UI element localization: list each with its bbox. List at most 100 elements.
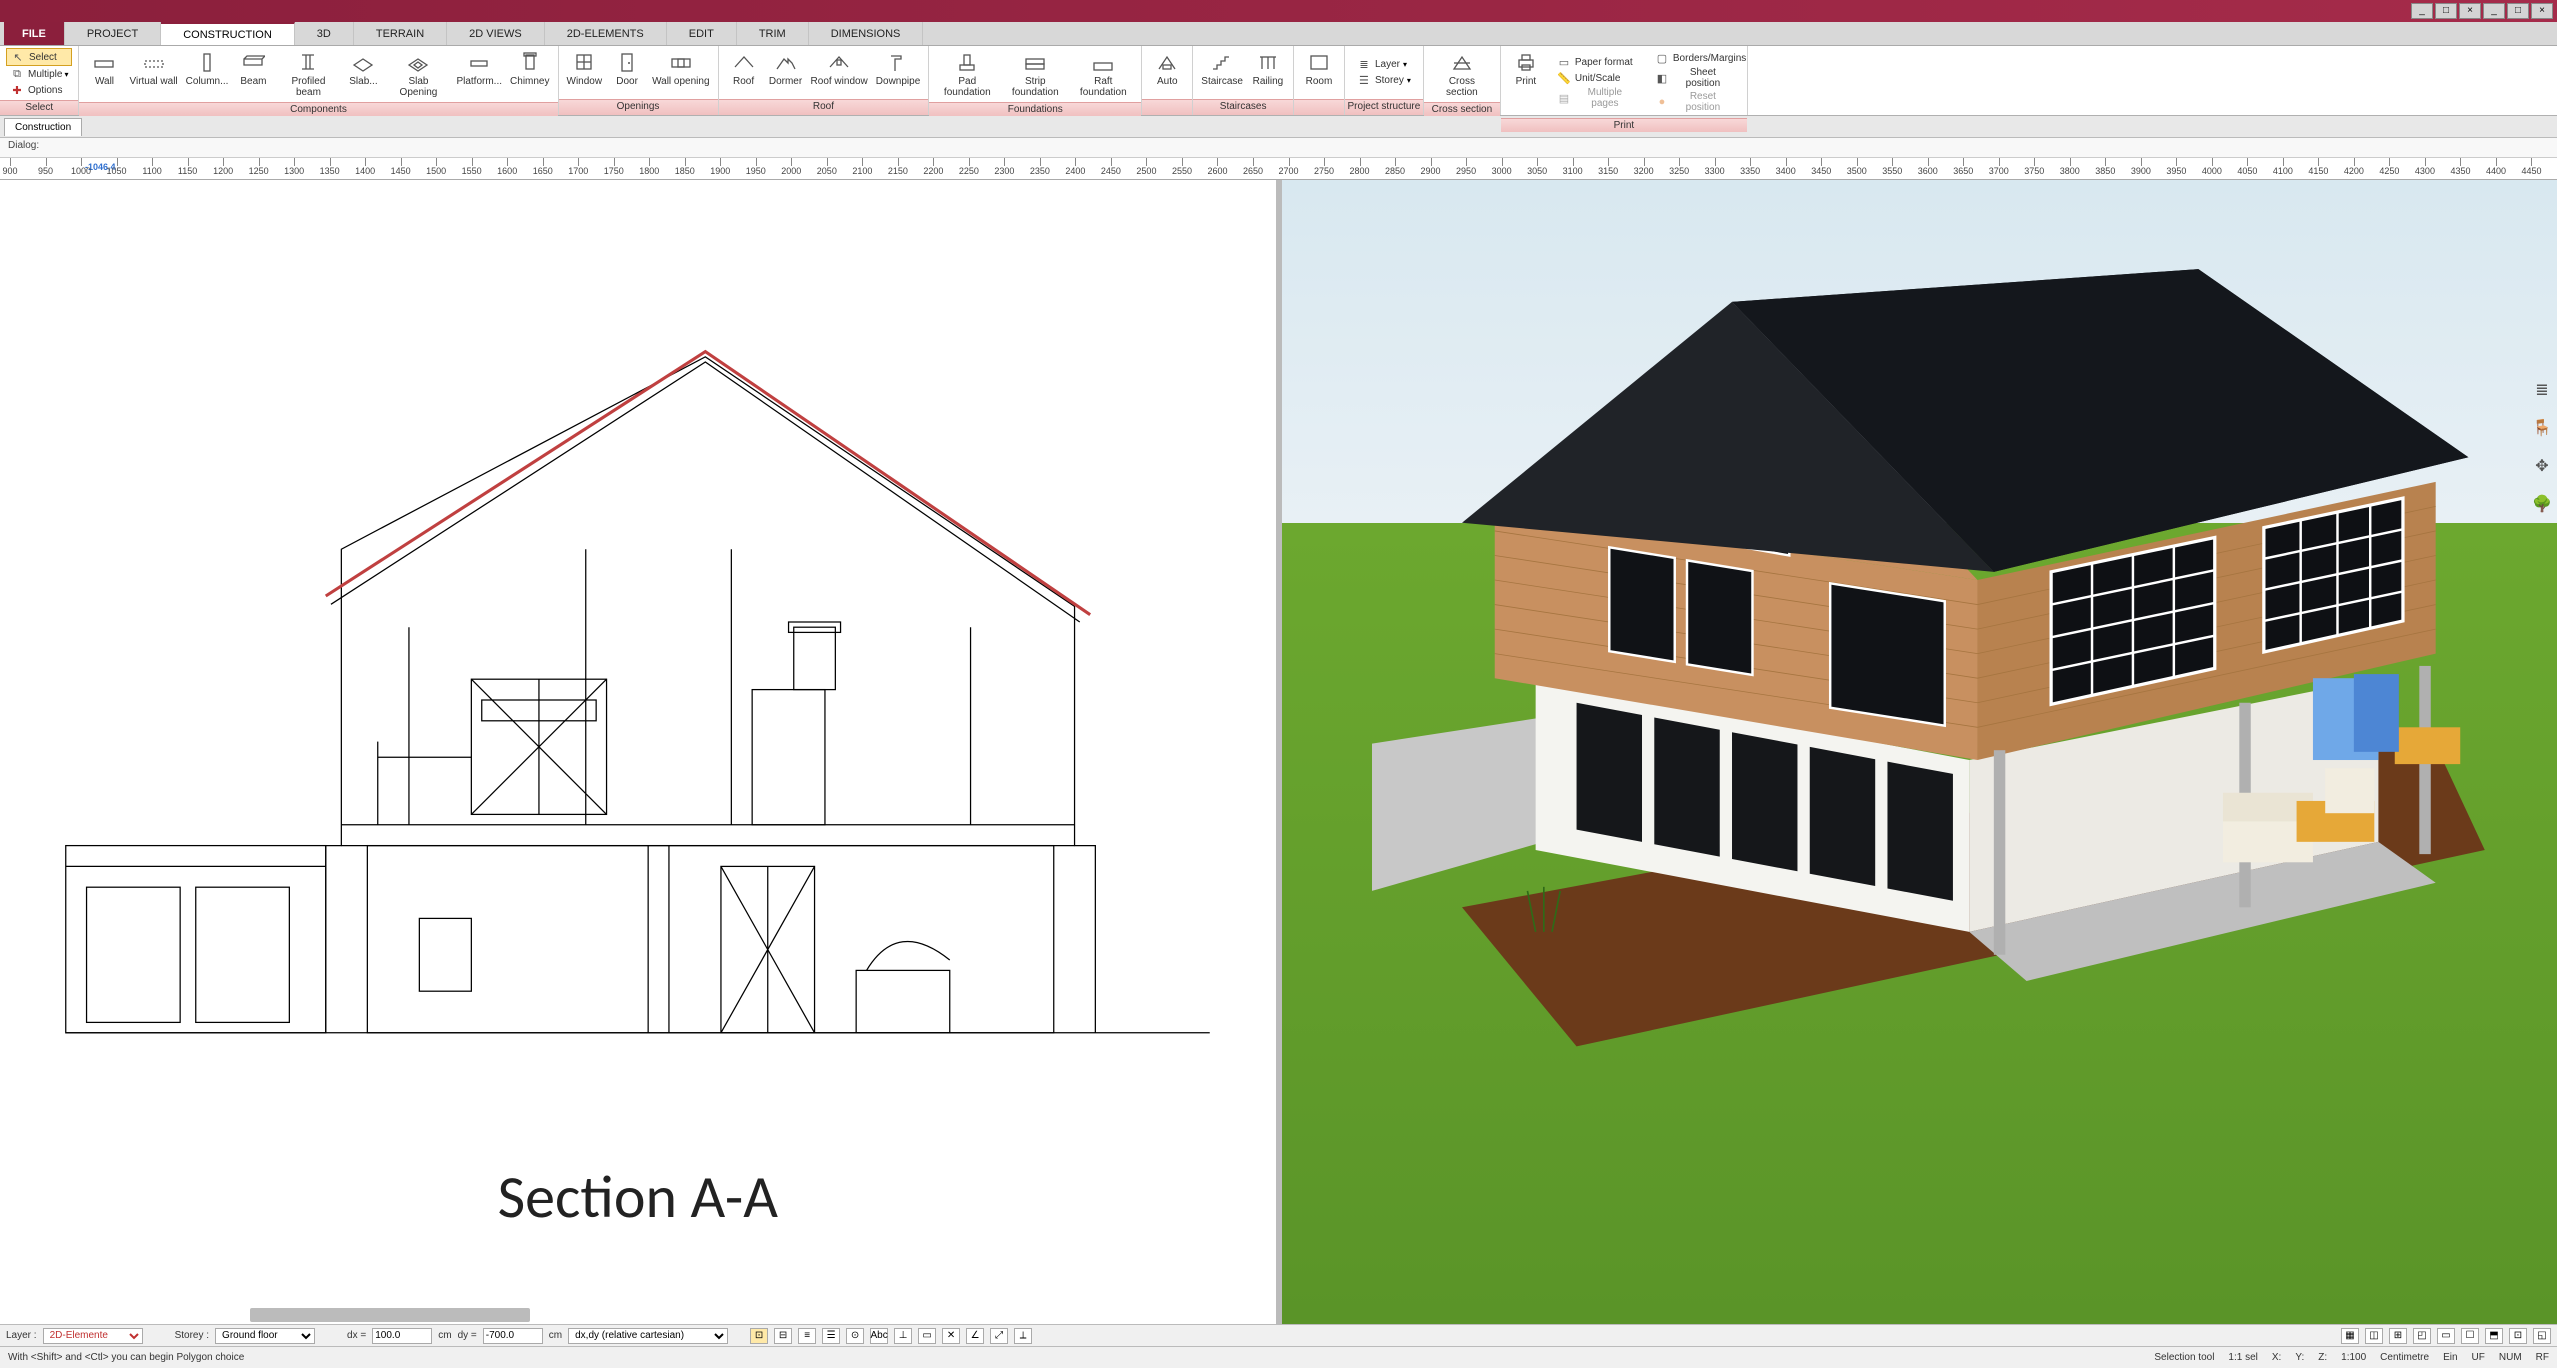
snap-midpoint-icon[interactable]: ⊟: [774, 1328, 792, 1344]
move-panel-icon[interactable]: ✥: [2532, 456, 2552, 476]
dy-unit: cm: [549, 1330, 562, 1341]
dropdown-arrow-icon: ▾: [64, 70, 68, 79]
cross-section-icon: [1449, 50, 1475, 74]
snap-grid-icon[interactable]: ≡: [798, 1328, 816, 1344]
dormer-button[interactable]: Dormer: [765, 48, 807, 97]
reset-position-button[interactable]: ●Reset position: [1651, 90, 1737, 114]
chimney-button[interactable]: Chimney: [506, 48, 553, 100]
auto-button[interactable]: Auto: [1146, 48, 1188, 97]
window-close-doc[interactable]: ×: [2459, 3, 2481, 19]
profiled-beam-button[interactable]: Profiled beam: [274, 48, 342, 100]
tab-2d-elements[interactable]: 2D-ELEMENTS: [545, 22, 667, 45]
snap-center-icon[interactable]: ⊙: [846, 1328, 864, 1344]
snap-lines-icon[interactable]: ☰: [822, 1328, 840, 1344]
slab-opening-button[interactable]: Slab Opening: [384, 48, 452, 100]
3d-view-pane[interactable]: [1282, 180, 2557, 1324]
view-btn-3[interactable]: ⊞: [2389, 1328, 2407, 1344]
ribbon-group-select: ↖Select ⧉Multiple▾ ✚Options Select: [0, 46, 79, 115]
tab-construction[interactable]: CONSTRUCTION: [161, 22, 295, 45]
room-icon: [1306, 50, 1332, 74]
window-minimize-doc[interactable]: _: [2411, 3, 2433, 19]
view-btn-5[interactable]: ▭: [2437, 1328, 2455, 1344]
roof-window-button[interactable]: Roof window: [807, 48, 872, 97]
snap-rect-icon[interactable]: ▭: [918, 1328, 936, 1344]
coord-mode-select[interactable]: dx,dy (relative cartesian): [568, 1328, 728, 1344]
dx-input[interactable]: [372, 1328, 432, 1344]
window-restore-doc[interactable]: □: [2435, 3, 2457, 19]
window-close[interactable]: ×: [2531, 3, 2553, 19]
staircase-button[interactable]: Staircase: [1197, 48, 1247, 97]
subtab-construction[interactable]: Construction: [4, 118, 82, 136]
strip-foundation-button[interactable]: Strip foundation: [1001, 48, 1069, 100]
ribbon-group-cross-section: Cross section Cross section: [1424, 46, 1501, 115]
door-button[interactable]: Door: [606, 48, 648, 97]
view-btn-1[interactable]: ▦: [2341, 1328, 2359, 1344]
plant-panel-icon[interactable]: 🌳: [2532, 494, 2552, 514]
column-button[interactable]: Column...: [182, 48, 233, 100]
storey-select[interactable]: Ground floor: [215, 1328, 315, 1344]
horizontal-scrollbar[interactable]: [250, 1308, 530, 1322]
snap-angle-icon[interactable]: ∠: [966, 1328, 984, 1344]
slab-button[interactable]: Slab...: [342, 48, 384, 100]
tab-dimensions[interactable]: DIMENSIONS: [809, 22, 924, 45]
platform-button[interactable]: Platform...: [452, 48, 506, 100]
wall-button[interactable]: Wall: [83, 48, 125, 100]
window-restore[interactable]: □: [2507, 3, 2529, 19]
tab-trim[interactable]: TRIM: [737, 22, 809, 45]
furniture-panel-icon[interactable]: 🪑: [2532, 418, 2552, 438]
dy-input[interactable]: [483, 1328, 543, 1344]
layers-panel-icon[interactable]: ≣: [2532, 380, 2552, 400]
multiple-pages-button[interactable]: ▤Multiple pages: [1553, 86, 1639, 110]
unit-scale-button[interactable]: 📏Unit/Scale: [1553, 70, 1639, 86]
select-button[interactable]: ↖Select: [6, 48, 72, 66]
beam-button[interactable]: Beam: [232, 48, 274, 100]
cross-section-button[interactable]: Cross section: [1428, 48, 1496, 100]
storey-button[interactable]: ☰Storey▾: [1353, 73, 1415, 89]
snap-text-icon[interactable]: Abc: [870, 1328, 888, 1344]
paper-format-button[interactable]: ▭Paper format: [1553, 54, 1639, 70]
multiple-select-button[interactable]: ⧉Multiple▾: [6, 66, 72, 82]
print-button[interactable]: Print: [1505, 48, 1547, 116]
window-minimize[interactable]: _: [2483, 3, 2505, 19]
snap-perp-icon[interactable]: ⟂: [1014, 1328, 1032, 1344]
tab-3d[interactable]: 3D: [295, 22, 354, 45]
status-rf: RF: [2536, 1352, 2549, 1363]
column-icon: [194, 50, 220, 74]
layer-button[interactable]: ≣Layer▾: [1353, 57, 1415, 73]
sheet-position-button[interactable]: ◧Sheet position: [1651, 66, 1737, 90]
view-btn-9[interactable]: ◱: [2533, 1328, 2551, 1344]
roof-button[interactable]: Roof: [723, 48, 765, 97]
downpipe-button[interactable]: Downpipe: [872, 48, 924, 97]
options-button[interactable]: ✚Options: [6, 82, 72, 98]
tab-terrain[interactable]: TERRAIN: [354, 22, 447, 45]
chimney-icon: [517, 50, 543, 74]
borders-margins-button[interactable]: ▢Borders/Margins: [1651, 50, 1737, 66]
window-button[interactable]: Window: [563, 48, 607, 97]
snap-expand-icon[interactable]: ⤢: [990, 1328, 1008, 1344]
tab-edit[interactable]: EDIT: [667, 22, 737, 45]
tab-2d-views[interactable]: 2D VIEWS: [447, 22, 545, 45]
railing-button[interactable]: Railing: [1247, 48, 1289, 97]
snap-endpoint-icon[interactable]: ⊡: [750, 1328, 768, 1344]
view-btn-7[interactable]: ⬒: [2485, 1328, 2503, 1344]
position-icon: ◧: [1655, 71, 1669, 85]
tab-project[interactable]: PROJECT: [65, 22, 161, 45]
tab-file[interactable]: FILE: [4, 22, 65, 45]
view-btn-2[interactable]: ◫: [2365, 1328, 2383, 1344]
raft-foundation-button[interactable]: Raft foundation: [1069, 48, 1137, 100]
profiled-beam-icon: [295, 50, 321, 74]
bottom-option-bar: Layer : 2D-Elemente Storey : Ground floo…: [0, 1324, 2557, 1346]
section-view-pane[interactable]: Section A-A: [0, 180, 1282, 1324]
layer-select[interactable]: 2D-Elemente: [43, 1328, 143, 1344]
snap-ortho-icon[interactable]: ⊥: [894, 1328, 912, 1344]
snap-intersect-icon[interactable]: ✕: [942, 1328, 960, 1344]
view-btn-6[interactable]: ☐: [2461, 1328, 2479, 1344]
view-btn-4[interactable]: ◰: [2413, 1328, 2431, 1344]
room-button[interactable]: Room: [1298, 48, 1340, 97]
virtual-wall-button[interactable]: Virtual wall: [125, 48, 181, 100]
group-label-print: Print: [1501, 118, 1747, 132]
horizontal-ruler[interactable]: -1046,4 90095010001050110011501200125013…: [0, 158, 2557, 180]
view-btn-8[interactable]: ⊡: [2509, 1328, 2527, 1344]
wall-opening-button[interactable]: Wall opening: [648, 48, 713, 97]
pad-foundation-button[interactable]: Pad foundation: [933, 48, 1001, 100]
